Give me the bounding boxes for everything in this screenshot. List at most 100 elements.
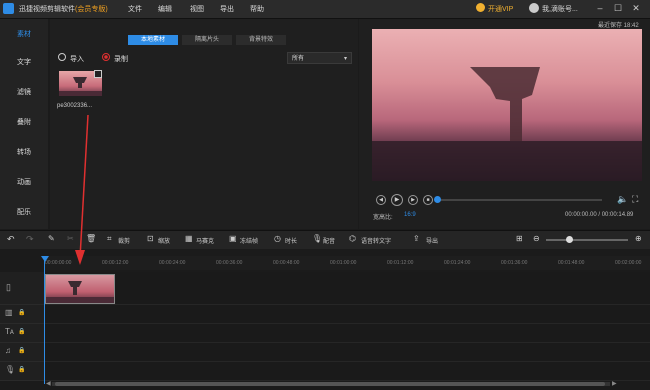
fit-icon[interactable]: ⊞ [516, 234, 523, 243]
menu-help[interactable]: 帮助 [250, 4, 264, 14]
menu-file[interactable]: 文件 [128, 4, 142, 14]
freeze-frame-button[interactable]: 冻结帧 [240, 236, 258, 245]
progress-track[interactable] [436, 199, 602, 201]
tab-background-effects[interactable]: 背景特效 [236, 35, 286, 45]
mosaic-icon[interactable]: ▦ [185, 234, 193, 243]
ruler-tick: 00:01:00:00 [330, 260, 357, 266]
filter-select-value: 所有 [292, 56, 305, 62]
aspect-label: 宽高比: [373, 215, 393, 221]
zoom-out-icon[interactable]: ⊖ [533, 234, 540, 243]
clock-icon[interactable]: ◷ [274, 234, 281, 243]
play-icon[interactable]: ▶ [391, 194, 403, 206]
voice-track-icon: 🎙 [5, 365, 16, 374]
tab-intro[interactable]: 隔离片头 [182, 35, 232, 45]
timeline-zoom-slider[interactable] [546, 239, 628, 241]
zoom-button[interactable]: 缩放 [158, 236, 170, 245]
fullscreen-icon[interactable]: ⛶ [632, 194, 638, 205]
media-name: pe3002336... [57, 103, 93, 109]
tab-local-media[interactable]: 本地素材 [128, 35, 178, 45]
text-track-icon: Tᴀ [5, 327, 14, 336]
track-header-text: Tᴀ 🔒 [0, 324, 44, 343]
minimize-icon[interactable]: – [594, 2, 606, 14]
ruler-tick: 00:02:00:00 [615, 260, 642, 266]
timeline-zoom-handle[interactable] [566, 236, 573, 243]
track-text[interactable] [44, 324, 650, 343]
sidebar-item-text[interactable]: 文字 [0, 49, 48, 77]
sidebar-item-filter[interactable]: 滤镜 [0, 79, 48, 107]
redo-icon[interactable]: ↷ [26, 234, 34, 245]
undo-icon[interactable]: ↶ [7, 234, 15, 245]
progress-handle[interactable] [434, 196, 441, 203]
sidebar-item-animation[interactable]: 动画 [0, 169, 48, 197]
speech-to-text-icon[interactable]: ⌬ [349, 234, 356, 243]
track-voice[interactable] [44, 362, 650, 381]
crop-button[interactable]: 裁剪 [118, 236, 130, 245]
stop-icon[interactable]: ■ [423, 195, 433, 205]
maximize-icon[interactable]: ☐ [612, 2, 624, 14]
volume-icon[interactable]: 🔈 [617, 194, 628, 205]
aspect-value[interactable]: 16:9 [404, 212, 416, 218]
autosave-text: 最近保存 18:42 [598, 23, 639, 29]
ruler-tick: 00:00:12:00 [102, 260, 129, 266]
record-button[interactable]: 录制 [114, 54, 128, 64]
app-title-text: 迅捷视频剪辑软件 [19, 6, 75, 13]
playhead-handle-icon[interactable] [41, 256, 49, 262]
voiceover-button[interactable]: 配音 [323, 236, 335, 245]
microphone-icon[interactable]: 🎙 [312, 234, 322, 243]
zoom-icon[interactable]: ⊡ [147, 234, 154, 243]
track-overlay[interactable] [44, 305, 650, 324]
close-icon[interactable]: ✕ [630, 2, 642, 14]
track-header-video: ▯ [0, 272, 44, 305]
playhead[interactable] [44, 258, 45, 384]
next-frame-icon[interactable]: ▶ [408, 195, 418, 205]
menu-edit[interactable]: 编辑 [158, 4, 172, 14]
ruler-tick: 00:00:36:00 [216, 260, 243, 266]
lock-icon[interactable]: 🔒 [18, 309, 25, 316]
user-avatar-icon[interactable] [529, 3, 539, 13]
track-header-music: ♫ 🔒 [0, 343, 44, 362]
track-header-overlay: ▥ 🔒 [0, 305, 44, 324]
edit-icon[interactable]: ✎ [48, 234, 55, 243]
ruler-tick: 00:00:48:00 [273, 260, 300, 266]
import-icon[interactable] [58, 53, 66, 61]
music-track-icon: ♫ [5, 346, 11, 355]
user-name[interactable]: 我,滴账号... [542, 4, 578, 14]
time-readout: 00:00:00.00 / 00:00:14.89 [565, 212, 634, 218]
menu-export[interactable]: 导出 [220, 4, 234, 14]
mosaic-button[interactable]: 马赛克 [196, 236, 214, 245]
media-select-checkbox[interactable] [94, 70, 102, 78]
menu-view[interactable]: 视图 [190, 4, 204, 14]
timeline-clip[interactable] [45, 274, 115, 304]
duration-button[interactable]: 时长 [285, 236, 297, 245]
lock-icon[interactable]: 🔒 [18, 366, 25, 373]
filter-select[interactable]: 所有 ▾ [287, 52, 352, 64]
timeline-ruler[interactable]: 00:00:00:00 00:00:12:00 00:00:24:00 00:0… [44, 256, 650, 270]
clip-thumbnail [46, 281, 114, 303]
vip-button[interactable]: 开通VIP [488, 4, 513, 14]
speech-to-text-button[interactable]: 语音转文字 [361, 236, 391, 245]
import-button[interactable]: 导入 [70, 54, 84, 64]
scroll-right-icon[interactable]: ▶ [612, 380, 617, 387]
preview-video [372, 29, 642, 181]
timeline-scroll-thumb[interactable] [55, 382, 605, 386]
record-icon[interactable] [102, 53, 110, 61]
freeze-icon[interactable]: ▣ [229, 234, 237, 243]
export-icon[interactable]: ⇪ [413, 234, 420, 243]
sidebar-item-transition[interactable]: 转场 [0, 139, 48, 167]
preview-image [372, 67, 642, 181]
zoom-in-icon[interactable]: ⊕ [635, 234, 642, 243]
track-video[interactable] [44, 272, 650, 305]
ruler-tick: 00:01:12:00 [387, 260, 414, 266]
lock-icon[interactable]: 🔒 [18, 347, 25, 354]
export-button[interactable]: 导出 [426, 236, 438, 245]
sidebar-item-overlay[interactable]: 叠附 [0, 109, 48, 137]
scroll-left-icon[interactable]: ◀ [46, 380, 51, 387]
prev-frame-icon[interactable]: ◀ [376, 195, 386, 205]
crop-icon[interactable]: ⌗ [107, 234, 112, 244]
sidebar-item-music[interactable]: 配乐 [0, 199, 48, 227]
sidebar: 素材 文字 滤镜 叠附 转场 动画 配乐 [0, 19, 48, 229]
lock-icon[interactable]: 🔒 [18, 328, 25, 335]
vip-icon[interactable] [476, 3, 485, 12]
track-music[interactable] [44, 343, 650, 362]
sidebar-item-media[interactable]: 素材 [0, 21, 48, 49]
